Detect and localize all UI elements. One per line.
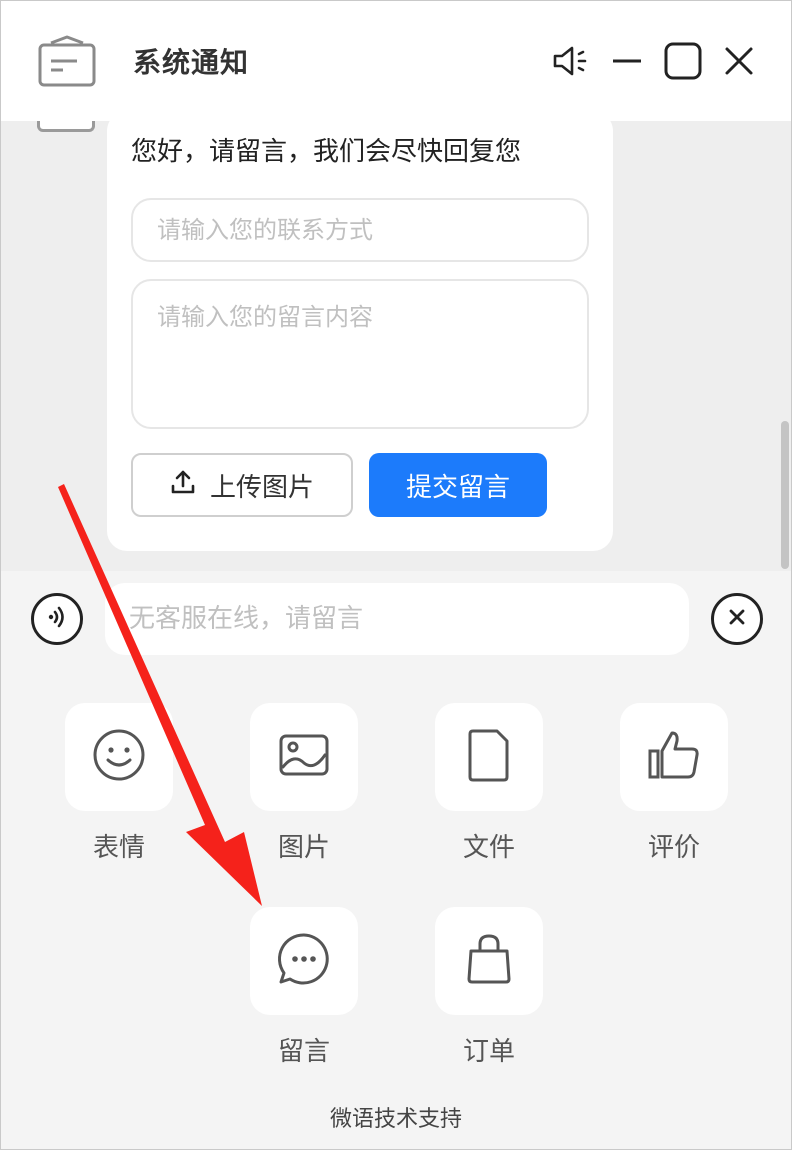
close-icon [719, 41, 759, 81]
tool-file-label: 文件 [462, 833, 515, 863]
tool-leave-message-button[interactable] [250, 907, 358, 1015]
leave-message-card: 您好，请留言，我们会尽快回复您 上传图片 提交留言 [107, 121, 613, 551]
window-header: 系统通知 [1, 1, 791, 121]
message-content-input[interactable] [131, 279, 589, 429]
upload-image-button[interactable]: 上传图片 [131, 453, 353, 517]
submit-message-button[interactable]: 提交留言 [369, 453, 547, 517]
close-circle-icon [725, 605, 749, 633]
tool-order-button[interactable] [435, 907, 543, 1015]
chat-bubble-icon [276, 931, 332, 991]
powered-by-footer: 微语技术支持 [329, 1107, 462, 1132]
upload-image-label: 上传图片 [209, 472, 314, 503]
tool-order-label: 订单 [462, 1037, 515, 1067]
contact-input[interactable] [131, 198, 589, 262]
shopping-bag-icon [461, 931, 517, 991]
maximize-button[interactable] [663, 41, 703, 81]
voice-wave-icon [42, 602, 72, 636]
tool-leave-message-label: 留言 [277, 1037, 330, 1067]
chat-message-input[interactable] [105, 583, 689, 655]
image-icon [276, 727, 332, 787]
voice-input-button[interactable] [31, 593, 83, 645]
chat-scrollbar[interactable] [781, 421, 789, 569]
file-icon [461, 727, 517, 787]
tool-image-label: 图片 [277, 833, 330, 863]
upload-icon [170, 469, 196, 502]
minimize-button[interactable] [607, 41, 647, 81]
chat-window: 系统通知 您好，请留言，我们会尽快回复您 请输入您的联系方式 请输入您的留言内容… [0, 0, 792, 1150]
tool-image-button[interactable] [250, 703, 358, 811]
tool-emoji-button[interactable] [65, 703, 173, 811]
thumbs-up-icon [646, 727, 702, 787]
smile-icon [91, 727, 147, 787]
tool-file[interactable]: 文件 [435, 703, 543, 864]
tool-rating[interactable]: 评价 [620, 703, 728, 864]
message-prompt: 您好，请留言，我们会尽快回复您 [131, 137, 522, 167]
tool-emoji-label: 表情 [92, 833, 145, 863]
close-window-button[interactable] [719, 41, 759, 81]
tool-rating-button[interactable] [620, 703, 728, 811]
input-bar [1, 571, 791, 671]
tool-order[interactable]: 订单 [435, 907, 543, 1068]
tool-leave-message[interactable]: 留言 [250, 907, 358, 1068]
minimize-icon [607, 41, 647, 81]
inbox-icon [37, 35, 97, 89]
agent-avatar-icon [37, 121, 95, 132]
page-title: 系统通知 [133, 46, 250, 79]
sound-toggle-button[interactable] [551, 41, 591, 81]
tool-image[interactable]: 图片 [250, 703, 358, 864]
tool-emoji[interactable]: 表情 [65, 703, 173, 864]
close-tools-panel-button[interactable] [711, 593, 763, 645]
maximize-icon [663, 41, 703, 81]
tool-file-button[interactable] [435, 703, 543, 811]
chat-messages-area[interactable]: 您好，请留言，我们会尽快回复您 上传图片 提交留言 [1, 121, 791, 571]
speaker-mute-icon [551, 41, 591, 81]
tool-rating-label: 评价 [647, 833, 700, 863]
